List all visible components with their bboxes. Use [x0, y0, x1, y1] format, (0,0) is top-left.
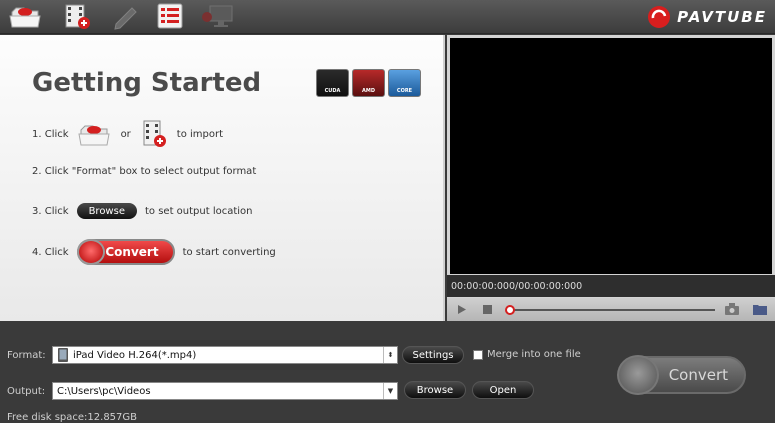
step-3-suffix: to set output location [144, 205, 253, 217]
cuda-badge: CUDA [316, 69, 349, 97]
convert-button[interactable]: Convert [617, 355, 746, 395]
add-video-icon[interactable] [60, 2, 96, 30]
seek-handle[interactable] [505, 305, 515, 315]
open-button[interactable]: Open [472, 381, 534, 399]
step-1-or: or [120, 128, 131, 140]
stop-icon[interactable] [483, 305, 492, 314]
format-select[interactable]: iPad Video H.264(*.mp4) ⬍ [52, 346, 398, 364]
getting-started-panel: Getting Started CUDA AMD CORE 1. Click o… [0, 35, 445, 321]
step-4-prefix: 4. Click [32, 246, 69, 258]
brand-logo: PAVTUBE [647, 4, 767, 30]
app-window: PAVTUBE Getting Started CUDA AMD CORE 1.… [0, 0, 775, 423]
edit-icon[interactable] [108, 2, 144, 30]
format-dropdown-arrow-icon[interactable]: ⬍ [383, 347, 397, 363]
brand-name: PAVTUBE [677, 8, 767, 26]
format-label: Format: [7, 350, 46, 361]
task-list-icon[interactable] [154, 2, 190, 30]
step-3: 3. Click Browse to set output location [32, 203, 253, 219]
open-folder-icon[interactable] [77, 120, 113, 148]
snapshot-camera-icon[interactable] [725, 303, 739, 315]
output-path-value: C:\Users\pc\Videos [57, 385, 151, 397]
hardware-badges: CUDA AMD CORE [316, 69, 421, 97]
output-label: Output: [7, 386, 46, 397]
output-dropdown-arrow-icon[interactable]: ▼ [383, 383, 397, 399]
convert-logo-icon [76, 239, 105, 265]
video-preview-screen [450, 38, 772, 274]
play-icon[interactable] [457, 304, 467, 315]
display-icon[interactable] [198, 2, 234, 30]
open-snapshot-folder-icon[interactable] [753, 303, 767, 315]
playback-controls [447, 298, 775, 321]
output-path-input[interactable]: C:\Users\pc\Videos ▼ [52, 382, 398, 400]
pavtube-logo-icon [648, 6, 671, 28]
step-1-prefix: 1. Click [32, 128, 69, 140]
toolbar: PAVTUBE [0, 0, 775, 34]
amd-badge: AMD [352, 69, 385, 97]
step-4: 4. Click Convert to start converting [32, 239, 276, 265]
format-value: iPad Video H.264(*.mp4) [73, 349, 197, 361]
seek-track[interactable] [509, 309, 715, 311]
step-4-convert-label: Convert [105, 245, 159, 259]
convert-button-label: Convert [668, 366, 728, 384]
getting-started-title: Getting Started [32, 68, 262, 98]
preview-panel: 00:00:00:000/00:00:00:000 [447, 35, 775, 321]
timecode-display: 00:00:00:000/00:00:00:000 [451, 280, 583, 292]
convert-logo-icon [617, 355, 659, 395]
open-folder-icon[interactable] [8, 2, 44, 30]
merge-checkbox[interactable] [473, 350, 483, 360]
step-2: 2. Click "Format" box to select output f… [32, 166, 256, 177]
merge-label: Merge into one file [487, 349, 581, 360]
timecode-bar: 00:00:00:000/00:00:00:000 [447, 275, 775, 297]
step-2-text: 2. Click "Format" box to select output f… [32, 166, 257, 177]
step-4-suffix: to start converting [182, 246, 276, 258]
free-disk-space: Free disk space:12.857GB [7, 412, 138, 423]
step-3-prefix: 3. Click [32, 205, 69, 217]
step-4-convert-button[interactable]: Convert [76, 239, 175, 265]
browse-button[interactable]: Browse [404, 381, 466, 399]
add-video-icon[interactable] [139, 119, 169, 149]
step-3-browse-button[interactable]: Browse [76, 203, 137, 219]
settings-button[interactable]: Settings [402, 346, 464, 364]
step-1-suffix: to import [176, 128, 224, 140]
ipad-device-icon [58, 348, 68, 362]
step-1: 1. Click or to import [32, 119, 223, 149]
intel-core-badge: CORE [388, 69, 421, 97]
